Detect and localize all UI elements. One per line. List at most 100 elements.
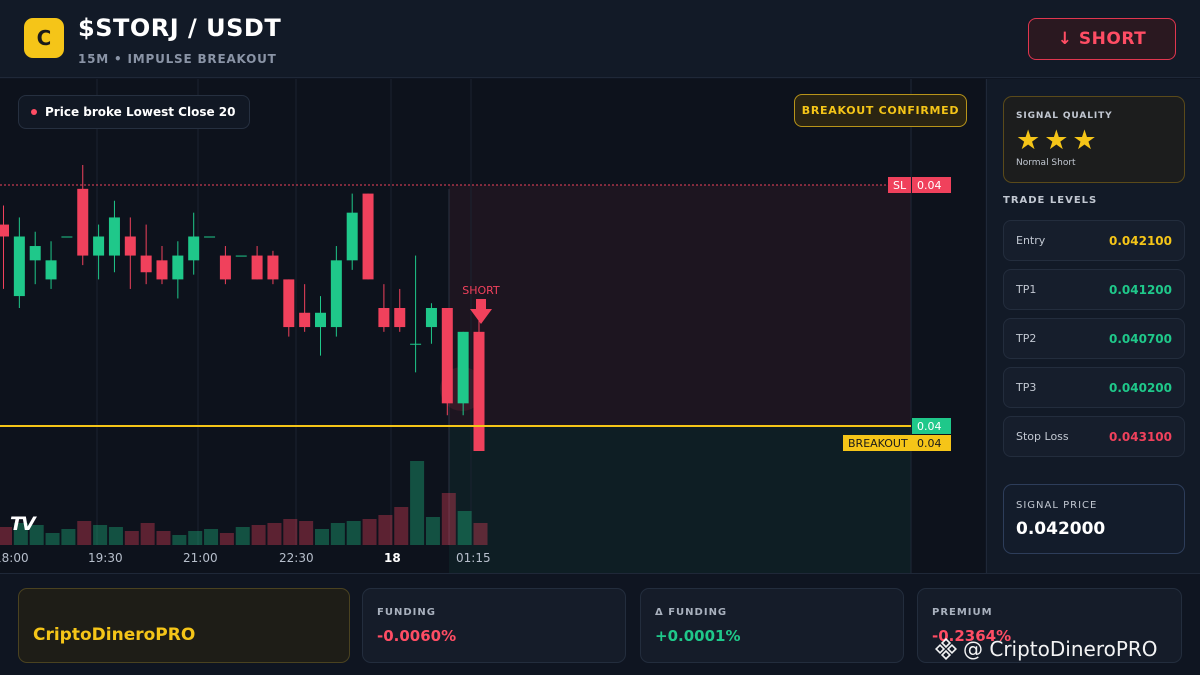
candle-body: [93, 236, 105, 256]
volume-bar: [473, 523, 488, 545]
header: C $STORJ / USDT 15M • IMPULSE BREAKOUT ↓…: [0, 0, 1200, 78]
volume-bar: [61, 529, 76, 545]
volume-bar: [441, 493, 456, 545]
volume-bar: [330, 523, 345, 545]
volume-bar: [45, 533, 60, 545]
candle-body: [156, 260, 168, 280]
signal-quality-title: SIGNAL QUALITY: [1016, 111, 1113, 121]
watermark: @ CriptoDineroPRO: [935, 637, 1158, 661]
x-axis-label: 22:30: [279, 551, 314, 565]
stat-value: -0.0060%: [377, 627, 457, 645]
volume-bar: [299, 521, 314, 545]
binance-icon: [935, 638, 957, 660]
star-rating-icon: ★★★: [1016, 125, 1101, 156]
signal-price-card: SIGNAL PRICE 0.042000: [1003, 484, 1185, 554]
candle-body: [425, 308, 437, 328]
candle-body: [219, 255, 231, 280]
volume-bar: [219, 533, 234, 545]
candle-body: [410, 343, 422, 345]
breakout-price-tag: 0.04: [912, 435, 951, 451]
stat-title: PREMIUM: [932, 607, 993, 618]
level-label: Stop Loss: [1016, 430, 1069, 443]
candle-body: [235, 255, 247, 257]
signal-quality-label: Normal Short: [1016, 158, 1076, 168]
coin-logo: C: [24, 18, 64, 58]
volume-bar: [188, 531, 203, 545]
candle-body: [108, 217, 120, 256]
level-tp3: TP3 0.040200: [1003, 367, 1185, 408]
candle-body: [204, 236, 216, 238]
candle-body: [61, 236, 73, 238]
trade-levels-title: TRADE LEVELS: [1003, 195, 1098, 206]
candle-body: [77, 188, 89, 256]
short-button[interactable]: ↓ SHORT: [1028, 18, 1176, 60]
candle-body: [378, 308, 390, 328]
candle-body: [457, 331, 469, 404]
level-value: 0.040700: [1108, 331, 1172, 346]
volume-bar: [283, 519, 298, 545]
level-tp2: TP2 0.040700: [1003, 318, 1185, 359]
short-marker-label: SHORT: [462, 284, 500, 297]
candle-body: [0, 224, 9, 237]
candle-body: [473, 331, 485, 451]
level-value: 0.040200: [1108, 380, 1172, 395]
stat-title: Δ FUNDING: [655, 607, 728, 618]
candle-body: [251, 255, 263, 280]
level-tp1: TP1 0.041200: [1003, 269, 1185, 310]
x-axis-label: 19:30: [88, 551, 123, 565]
level-value: 0.041200: [1108, 282, 1172, 297]
signal-price-value: 0.042000: [1016, 519, 1106, 539]
breakout-info-text: Price broke Lowest Close 20: [45, 105, 236, 119]
delta-funding-card: Δ FUNDING +0.0001%: [640, 588, 904, 663]
signal-quality-card: SIGNAL QUALITY ★★★ Normal Short: [1003, 96, 1185, 183]
volume-bar: [77, 521, 92, 545]
breakout-confirmed-badge: BREAKOUT CONFIRMED: [794, 94, 967, 127]
timeframe-subtitle: 15M • IMPULSE BREAKOUT: [78, 52, 277, 66]
x-axis-label: 21:00: [183, 551, 218, 565]
level-label: TP2: [1016, 332, 1037, 345]
level-stop-loss: Stop Loss 0.043100: [1003, 416, 1185, 457]
level-label: TP3: [1016, 381, 1037, 394]
volume-bar: [124, 531, 139, 545]
candle-body: [441, 308, 453, 404]
tradingview-logo: TV: [10, 513, 36, 535]
volume-bar: [378, 515, 393, 545]
candle-body: [45, 260, 57, 280]
volume-bar: [108, 527, 123, 545]
candle-body: [172, 255, 184, 280]
candle-body: [188, 236, 200, 261]
x-axis-label: 01:15: [456, 551, 491, 565]
red-dot-icon: [31, 109, 37, 115]
risk-zone: [449, 185, 911, 426]
volume-bar: [457, 511, 472, 545]
candle-body: [394, 308, 406, 328]
candle-body: [29, 246, 41, 261]
level-entry: Entry 0.042100: [1003, 220, 1185, 261]
watermark-text: @ CriptoDineroPRO: [963, 637, 1158, 661]
candle-body: [283, 279, 295, 328]
stat-value: +0.0001%: [655, 627, 741, 645]
breakout-info-pill: Price broke Lowest Close 20: [18, 95, 251, 129]
volume-bar: [172, 535, 187, 545]
sl-tag: SL: [888, 177, 912, 193]
volume-bar: [267, 523, 282, 545]
volume-bar: [315, 529, 329, 545]
volume-bar: [156, 531, 171, 545]
volume-bar: [140, 523, 155, 545]
volume-bar: [410, 461, 425, 545]
candle-body: [330, 260, 342, 328]
reward-zone: [449, 426, 911, 573]
level-label: TP1: [1016, 283, 1037, 296]
funding-card: FUNDING -0.0060%: [362, 588, 626, 663]
candle-body: [346, 212, 358, 261]
pair-title: $STORJ / USDT: [78, 14, 282, 42]
sl-price-tag: 0.04: [912, 177, 951, 193]
candle-body: [124, 236, 136, 256]
stat-title: FUNDING: [377, 607, 436, 618]
volume-bar: [93, 525, 108, 545]
chart-canvas[interactable]: SHORT: [0, 79, 985, 573]
brand-card: CriptoDineroPRO: [18, 588, 350, 663]
price-chart[interactable]: SHORT Price broke Lowest Close 20 BREAKO…: [0, 79, 985, 573]
volume-bar: [394, 507, 409, 545]
level-value: 0.043100: [1108, 429, 1172, 444]
